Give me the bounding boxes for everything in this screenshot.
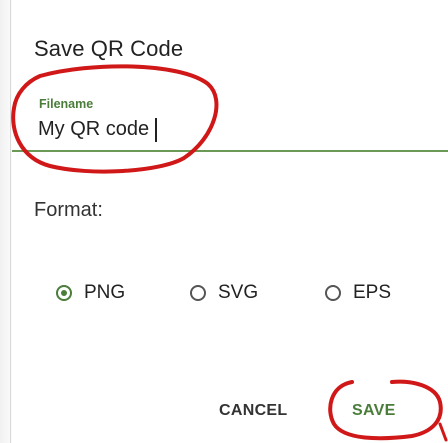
radio-svg[interactable]: SVG xyxy=(190,282,258,304)
filename-input[interactable]: My QR code xyxy=(38,118,149,141)
radio-label-eps: EPS xyxy=(353,282,392,303)
dialog-edge xyxy=(10,0,11,443)
radio-unselected-icon xyxy=(190,285,206,301)
cancel-button[interactable]: CANCEL xyxy=(219,402,287,420)
format-label: Format: xyxy=(34,199,103,221)
radio-selected-icon xyxy=(56,285,72,301)
radio-label-svg: SVG xyxy=(218,282,259,303)
radio-unselected-icon xyxy=(325,285,341,301)
text-caret xyxy=(155,118,157,142)
filename-underline xyxy=(12,150,448,152)
dialog-title: Save QR Code xyxy=(34,36,184,61)
save-button[interactable]: SAVE xyxy=(352,402,396,420)
save-qr-dialog: Save QR Code Filename My QR code Format:… xyxy=(0,0,448,443)
radio-png[interactable]: PNG xyxy=(56,282,125,304)
filename-label: Filename xyxy=(39,97,94,111)
annotation-tail-save xyxy=(438,422,448,442)
format-radio-group: PNG SVG EPS xyxy=(0,282,448,306)
radio-eps[interactable]: EPS xyxy=(325,282,391,304)
radio-label-png: PNG xyxy=(84,282,126,303)
